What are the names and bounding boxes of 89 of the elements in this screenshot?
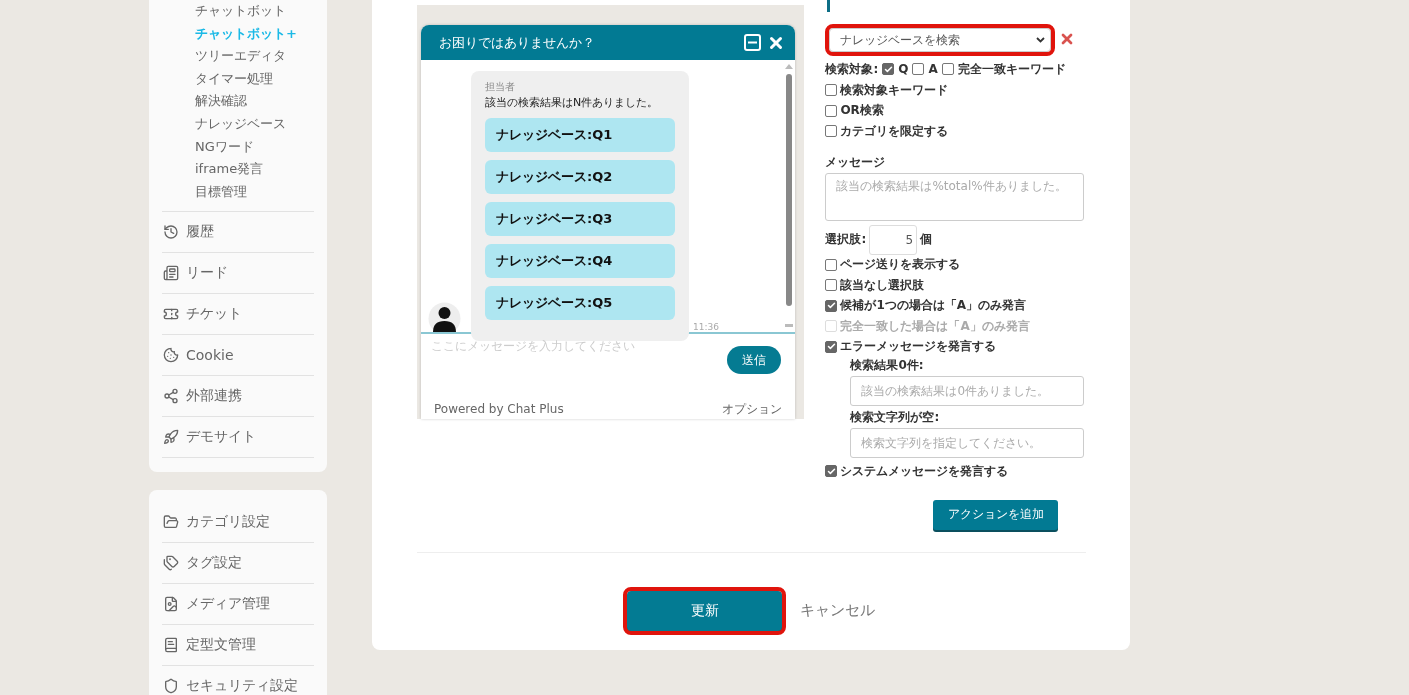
choice-button[interactable]: ナレッジベース:Q4: [485, 244, 675, 278]
checkbox[interactable]: [825, 279, 838, 292]
sidebar-label: タグ設定: [186, 554, 242, 573]
unit-label: 個: [920, 231, 933, 248]
checkbox-label: 完全一致した場合は「A」のみ発言: [840, 317, 1030, 335]
sidebar-subitem[interactable]: iframe発言: [162, 158, 314, 181]
sidebar-item[interactable]: チケット: [162, 293, 314, 335]
checkbox-label: Q: [898, 62, 909, 76]
checkbox[interactable]: [825, 258, 838, 271]
chat-title: お困りではありませんか？: [439, 33, 596, 52]
checkbox-label: ページ送りを表示する: [840, 256, 961, 274]
checkbox[interactable]: [825, 340, 838, 353]
sidebar-label: 履歴: [186, 223, 214, 242]
choice-button[interactable]: ナレッジベース:Q1: [485, 118, 675, 152]
chevron-down-icon: [1036, 37, 1046, 43]
sidebar-subitem[interactable]: 解決確認: [162, 90, 314, 113]
field-label: 検索対象:: [825, 60, 879, 78]
checkbox-label: 該当なし選択肢: [840, 276, 925, 294]
cancel-link[interactable]: キャンセル: [800, 601, 875, 620]
checkbox-label: 完全一致キーワード: [957, 60, 1066, 78]
add-action-button[interactable]: アクションを追加: [933, 499, 1059, 530]
checkbox[interactable]: [941, 63, 954, 75]
checkbox-label: 検索対象キーワード: [840, 81, 949, 99]
sidebar-item[interactable]: メディア管理: [162, 584, 314, 626]
checkbox[interactable]: [912, 63, 925, 75]
sidebar-item[interactable]: タグ設定: [162, 543, 314, 585]
checkbox[interactable]: [825, 465, 838, 478]
nav-icon: [163, 678, 179, 695]
sidebar-label: デモサイト: [186, 428, 256, 447]
checkbox[interactable]: [825, 299, 838, 312]
sidebar-subitem[interactable]: ツリーエディタ: [162, 45, 314, 68]
field-label: 検索文字列が空:: [850, 409, 941, 426]
checkbox-label: A: [928, 62, 938, 76]
sidebar-item[interactable]: Cookie: [162, 334, 314, 376]
sidebar-label: メディア管理: [186, 595, 270, 614]
sidebar-subitem[interactable]: ナレッジベース: [162, 112, 314, 136]
choice-button[interactable]: ナレッジベース:Q5: [485, 286, 675, 320]
count-input[interactable]: 5: [869, 224, 918, 255]
sidebar-item[interactable]: 定型文管理: [162, 625, 314, 667]
chat-message: 該当の検索結果はN件ありました。: [485, 95, 660, 110]
sidebar-label: 定型文管理: [186, 636, 256, 655]
sidebar-label: Cookie: [186, 347, 234, 364]
nav-icon: [163, 347, 179, 364]
choice-button[interactable]: ナレッジベース:Q2: [485, 160, 675, 194]
sidebar-subitem[interactable]: 目標管理: [162, 180, 314, 204]
checkbox[interactable]: [825, 125, 838, 138]
sidebar-subitem[interactable]: タイマー処理: [162, 67, 314, 91]
scrollbar[interactable]: [785, 63, 794, 328]
nav-icon: [163, 514, 179, 531]
nav-icon: [163, 637, 179, 654]
avatar-icon: [428, 302, 461, 332]
nav-icon: [163, 596, 179, 613]
nav-icon: [163, 224, 179, 241]
options-link[interactable]: オプション: [722, 402, 783, 417]
nav-icon: [163, 555, 179, 572]
minimize-icon[interactable]: [744, 34, 762, 51]
nav-icon: [163, 265, 179, 282]
sidebar-subitem[interactable]: チャットボット: [162, 0, 314, 23]
field-label: 選択肢:: [825, 231, 867, 248]
checkbox-label: カテゴリを限定する: [840, 122, 949, 140]
sidebar-item[interactable]: カテゴリ設定: [162, 502, 314, 544]
sidebar-item[interactable]: デモサイト: [162, 416, 314, 459]
checkbox[interactable]: [825, 84, 838, 97]
checkbox[interactable]: [882, 63, 895, 75]
checkbox-label: 候補が1つの場合は「A」のみ発言: [840, 297, 1027, 315]
sidebar-label: リード: [186, 264, 228, 283]
sidebar-label: セキュリティ設定: [186, 677, 298, 695]
checkbox-label: システムメッセージを発言する: [840, 462, 1009, 480]
nav-icon: [163, 429, 179, 446]
sender-name: 担当者: [485, 80, 516, 94]
sidebar-label: 外部連携: [186, 387, 242, 406]
sidebar-item[interactable]: セキュリティ設定: [162, 666, 314, 695]
sidebar-item[interactable]: 外部連携: [162, 375, 314, 417]
sidebar-subitem[interactable]: NGワード: [162, 135, 314, 159]
sidebar-label: チケット: [186, 305, 242, 324]
checkbox[interactable]: [825, 104, 838, 117]
powered-by: Powered by Chat Plus: [434, 402, 564, 417]
heading-marker: [827, 0, 830, 12]
checkbox-label: OR検索: [840, 102, 884, 120]
field-label: 検索結果0件:: [850, 357, 925, 374]
checkbox-label: エラーメッセージを発言する: [840, 338, 997, 356]
field-label: メッセージ: [825, 153, 887, 171]
choice-button[interactable]: ナレッジベース:Q3: [485, 202, 675, 236]
sidebar-item[interactable]: リード: [162, 252, 314, 294]
nav-icon: [163, 388, 179, 405]
sidebar-label: カテゴリ設定: [186, 513, 270, 532]
send-button[interactable]: 送信: [727, 346, 782, 374]
message-time: 11:36: [693, 322, 719, 332]
sidebar-item[interactable]: 履歴: [162, 211, 314, 253]
